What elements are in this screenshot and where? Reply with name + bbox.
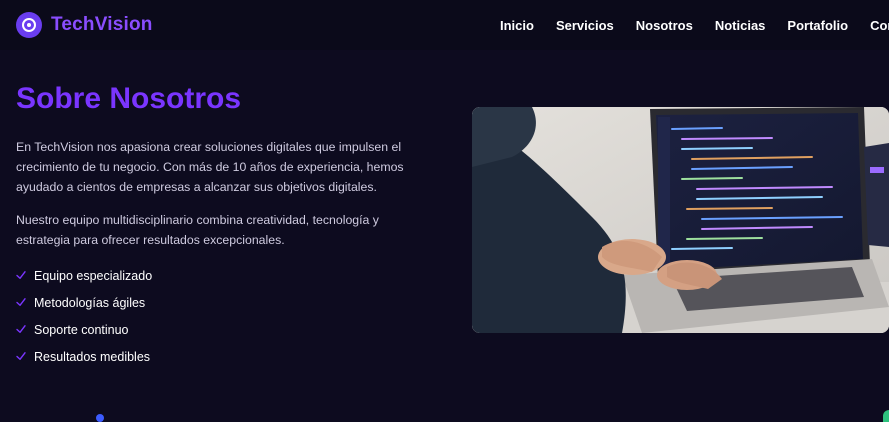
nav-link-portafolio[interactable]: Portafolio	[787, 18, 848, 33]
feature-label: Soporte continuo	[34, 322, 129, 337]
top-navbar: TechVision Inicio Servicios Nosotros Not…	[0, 0, 889, 50]
feature-list: Equipo especializado Metodologías ágiles…	[16, 262, 152, 370]
brand-logo[interactable]: TechVision	[16, 12, 153, 38]
nav-link-contacto[interactable]: Contacto	[870, 18, 889, 33]
check-icon	[16, 324, 26, 333]
check-icon	[16, 351, 26, 360]
team-photo	[472, 107, 889, 333]
nav-link-noticias[interactable]: Noticias	[715, 18, 766, 33]
main-nav: Inicio Servicios Nosotros Noticias Porta…	[500, 18, 889, 33]
feature-item: Resultados medibles	[16, 343, 152, 370]
section-title: Sobre Nosotros	[16, 82, 242, 115]
about-paragraph-1: En TechVision nos apasiona crear solucio…	[16, 140, 404, 194]
brand-name: TechVision	[51, 14, 153, 35]
check-icon	[16, 297, 26, 306]
laptop-coding-illustration	[472, 107, 889, 333]
feature-label: Equipo especializado	[34, 268, 153, 283]
check-icon	[16, 270, 26, 279]
nav-link-inicio[interactable]: Inicio	[500, 18, 534, 33]
feature-item: Metodologías ágiles	[16, 289, 152, 316]
target-circle-icon	[16, 12, 42, 38]
nav-link-nosotros[interactable]: Nosotros	[636, 18, 693, 33]
feature-label: Resultados medibles	[34, 349, 151, 364]
decorative-corner	[883, 410, 889, 422]
nav-link-servicios[interactable]: Servicios	[556, 18, 614, 33]
feature-label: Metodologías ágiles	[34, 295, 146, 310]
feature-item: Equipo especializado	[16, 262, 152, 289]
feature-item: Soporte continuo	[16, 316, 152, 343]
about-paragraph-2: Nuestro equipo multidisciplinario combin…	[16, 213, 379, 247]
decorative-dot	[96, 414, 104, 422]
